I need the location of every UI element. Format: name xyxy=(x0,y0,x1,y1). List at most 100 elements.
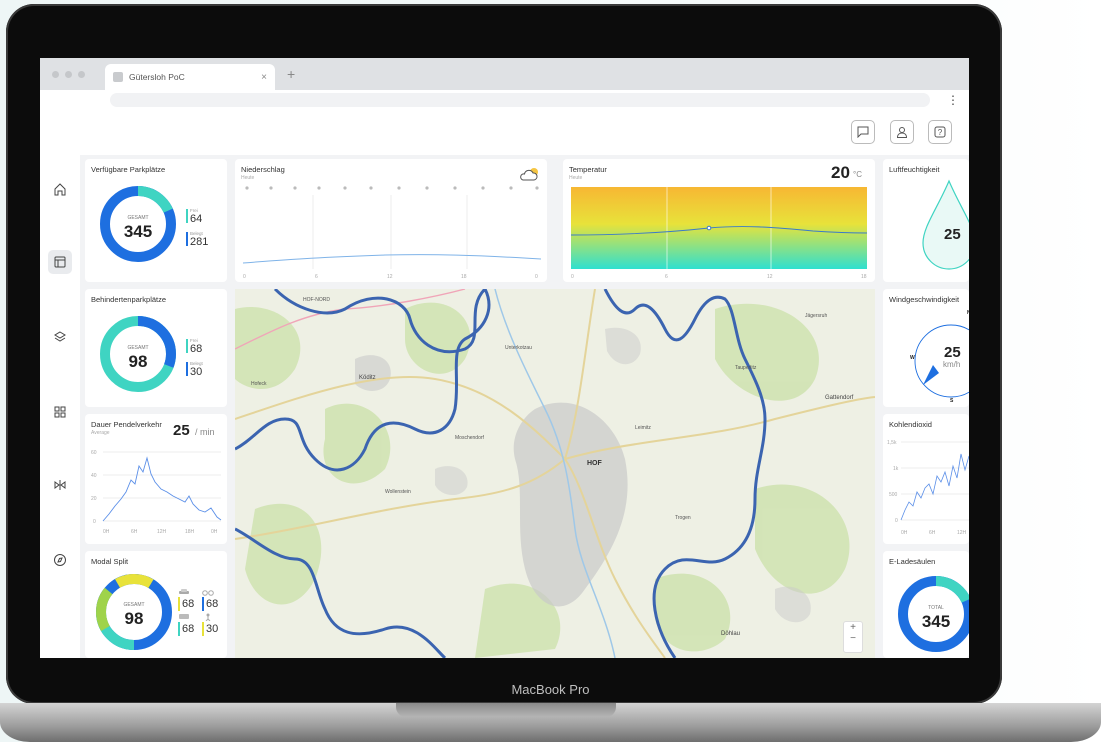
nav-layers[interactable] xyxy=(48,325,72,349)
nav-dashboard[interactable] xyxy=(48,250,72,274)
map-label: HOF-NORD xyxy=(303,297,330,303)
legend-bar xyxy=(178,622,180,636)
y-tick: 20 xyxy=(91,496,97,502)
user-icon xyxy=(896,127,908,138)
layers-icon xyxy=(54,331,66,342)
car-icon xyxy=(179,589,189,594)
card-title: Behindertenparkplätze xyxy=(91,295,167,304)
legend-occupied-value: 281 xyxy=(190,236,209,248)
commute-unit: / min xyxy=(195,427,215,437)
ring-label: TOTAL xyxy=(928,605,944,611)
x-tick: 0H xyxy=(901,530,908,536)
map-label: Hofeck xyxy=(251,381,267,387)
ring-total: 98 xyxy=(124,609,144,628)
ring-label: GESAMT xyxy=(127,215,149,221)
new-tab-button[interactable]: + xyxy=(287,66,295,82)
nav-home[interactable] xyxy=(48,177,72,201)
browser-tab[interactable]: Gütersloh PoC × xyxy=(105,64,275,90)
home-icon xyxy=(54,183,66,196)
precipitation-card[interactable]: Niederschlag Heute 0 6 12 18 0 xyxy=(235,159,547,282)
zoom-in-button[interactable]: + xyxy=(844,622,862,633)
temperature-card[interactable]: Temperatur Heute 20 °C 0 6 12 18 xyxy=(563,159,875,282)
tab-title: Gütersloh PoC xyxy=(129,72,185,82)
card-title: Dauer Pendelverkehr xyxy=(91,420,162,429)
commute-chart: 60 40 20 0 0H 6H 12H 18H 0H xyxy=(91,450,222,535)
x-tick: 18H xyxy=(185,529,195,535)
compass-icon xyxy=(54,554,66,566)
compare-icon xyxy=(54,480,66,490)
nav-explore[interactable] xyxy=(48,548,72,572)
card-title: Modal Split xyxy=(91,557,129,566)
legend-free-value: 68 xyxy=(190,343,203,355)
humidity-card[interactable]: Luftfeuchtigkeit 25 xyxy=(883,159,969,282)
modal-value-walk: 30 xyxy=(206,623,219,635)
user-button[interactable] xyxy=(890,120,914,144)
map-label-gattendorf: Gattendorf xyxy=(825,395,854,401)
laptop-model-label: MacBook Pro xyxy=(511,682,590,697)
nav-compare[interactable] xyxy=(48,473,72,497)
ring-total: 345 xyxy=(123,222,153,241)
y-tick: 1k xyxy=(893,466,899,472)
compass-w: W xyxy=(910,355,915,361)
x-tick: 0H xyxy=(211,529,218,535)
grid-icon xyxy=(54,406,66,418)
map-label-hof: HOF xyxy=(587,460,603,467)
x-tick: 6 xyxy=(665,274,668,280)
hourly-weather-icons xyxy=(245,186,539,190)
commute-line xyxy=(102,456,222,522)
humidity-value: 25 xyxy=(944,226,961,243)
window-maximize-dot[interactable] xyxy=(78,70,85,78)
app-header: ? xyxy=(40,110,969,155)
wind-card[interactable]: Windgeschwindigkeit N W S 25 km/h xyxy=(883,289,969,407)
modal-value-bike: 68 xyxy=(206,598,219,610)
card-subtitle: Heute xyxy=(569,175,583,181)
card-title: Luftfeuchtigkeit xyxy=(889,165,940,174)
partly-cloudy-icon xyxy=(520,168,538,181)
commute-card[interactable]: Dauer Pendelverkehr Average 25 / min 60 … xyxy=(85,414,227,544)
help-button[interactable]: ? xyxy=(928,120,952,144)
map-label: Trogen xyxy=(675,515,691,521)
x-tick: 0H xyxy=(103,529,110,535)
x-tick: 6H xyxy=(131,529,138,535)
legend-free-bar xyxy=(186,209,188,223)
ring-label: GESAMT xyxy=(123,602,145,608)
address-bar-row: ⋮ xyxy=(40,90,969,110)
map-label: Wollenstein xyxy=(385,489,411,495)
legend-occupied-value: 30 xyxy=(190,366,203,378)
nav-apps[interactable] xyxy=(48,400,72,424)
window-minimize-dot[interactable] xyxy=(65,70,72,78)
chat-button[interactable] xyxy=(851,120,875,144)
legend-free-bar xyxy=(186,339,188,353)
disabled-parking-card[interactable]: Behindertenparkplätze GESAMT 98 Frei 68 … xyxy=(85,289,227,407)
map-label: Tauperlitz xyxy=(735,365,757,371)
browser-tabbar: Gütersloh PoC × + xyxy=(40,58,969,90)
y-tick: 40 xyxy=(91,473,97,479)
screen: Gütersloh PoC × + ⋮ ? Verfügbare Parkplä… xyxy=(40,58,969,658)
co2-card[interactable]: Kohlendioxid 1,5k 1k 500 0 0H 6H 12H xyxy=(883,414,969,544)
sidebar xyxy=(40,155,80,658)
card-title: Niederschlag xyxy=(241,165,285,174)
co2-line xyxy=(900,453,969,521)
map[interactable]: Köditz Gattendorf HOF Döhlau Wollenstein… xyxy=(235,289,875,658)
tab-close-icon[interactable]: × xyxy=(261,72,267,83)
x-tick: 12 xyxy=(767,274,773,280)
browser-menu-icon[interactable]: ⋮ xyxy=(947,93,959,107)
ring-total: 98 xyxy=(128,352,148,371)
parking-card[interactable]: Verfügbare Parkplätze GESAMT 345 Frei 64… xyxy=(85,159,227,282)
modal-split-card[interactable]: Modal Split GESAMT 98 68 68 68 30 xyxy=(85,551,227,658)
card-title: Verfügbare Parkplätze xyxy=(91,165,166,174)
y-tick: 0 xyxy=(93,519,96,525)
map-label: Leimitz xyxy=(635,425,651,431)
temperature-marker[interactable] xyxy=(706,225,712,231)
card-title: Windgeschwindigkeit xyxy=(889,295,960,304)
zoom-out-button[interactable]: − xyxy=(844,633,862,644)
svg-text:?: ? xyxy=(938,128,943,137)
map-label: Moschendorf xyxy=(455,435,485,441)
y-tick: 500 xyxy=(889,492,898,498)
address-bar[interactable] xyxy=(110,93,930,107)
charging-card[interactable]: E-Ladesäulen TOTAL 345 xyxy=(883,551,969,658)
x-tick: 12H xyxy=(957,530,967,536)
window-close-dot[interactable] xyxy=(52,70,59,78)
x-tick: 12H xyxy=(157,529,167,535)
temperature-chart: 0 6 12 18 xyxy=(570,187,868,280)
